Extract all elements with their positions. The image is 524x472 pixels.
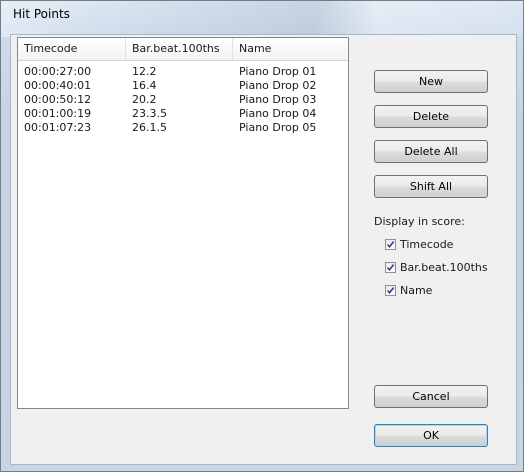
list-row[interactable]: 00:00:40:01 16.4 Piano Drop 02: [18, 79, 348, 93]
name-checkbox[interactable]: [385, 284, 396, 296]
ok-button[interactable]: OK: [374, 424, 488, 447]
cell-name: Piano Drop 03: [239, 93, 317, 106]
list-row[interactable]: 00:01:07:23 26.1.5 Piano Drop 05: [18, 121, 348, 135]
cell-timecode: 00:01:00:19: [24, 107, 92, 120]
name-checkbox-label: Name: [400, 283, 433, 297]
new-button[interactable]: New: [374, 70, 488, 93]
cell-bar-beat: 16.4: [132, 79, 157, 92]
cell-bar-beat: 12.2: [132, 65, 157, 78]
cell-timecode: 00:01:07:23: [24, 121, 92, 134]
cell-name: Piano Drop 01: [239, 65, 317, 78]
cell-name: Piano Drop 05: [239, 121, 317, 134]
cell-bar-beat: 20.2: [132, 93, 157, 106]
bar-beat-checkbox-label: Bar.beat.100ths: [400, 260, 488, 274]
column-header-timecode[interactable]: Timecode: [18, 38, 126, 60]
cancel-button[interactable]: Cancel: [374, 385, 488, 408]
list-row[interactable]: 00:01:00:19 23.3.5 Piano Drop 04: [18, 107, 348, 121]
list-row[interactable]: 00:00:27:00 12.2 Piano Drop 01: [18, 65, 348, 79]
timecode-checkbox[interactable]: [385, 238, 396, 250]
cell-timecode: 00:00:50:12: [24, 93, 92, 106]
shift-all-button[interactable]: Shift All: [374, 175, 488, 198]
titlebar-background: [1, 1, 523, 37]
dialog-window: Hit Points Timecode Bar.beat.100ths Name…: [0, 0, 524, 472]
list-header: Timecode Bar.beat.100ths Name: [18, 38, 348, 61]
window-title: Hit Points: [13, 7, 70, 21]
column-header-name[interactable]: Name: [233, 38, 348, 60]
cell-timecode: 00:00:40:01: [24, 79, 92, 92]
hit-points-list[interactable]: Timecode Bar.beat.100ths Name 00:00:27:0…: [17, 37, 349, 409]
cell-timecode: 00:00:27:00: [24, 65, 92, 78]
name-checkbox-row[interactable]: Name: [385, 282, 432, 298]
cell-name: Piano Drop 02: [239, 79, 317, 92]
timecode-checkbox-label: Timecode: [400, 237, 454, 251]
checkmark-icon: [386, 263, 395, 271]
cell-name: Piano Drop 04: [239, 107, 317, 120]
checkmark-icon: [386, 286, 395, 294]
bar-beat-checkbox[interactable]: [385, 261, 396, 273]
cell-bar-beat: 23.3.5: [132, 107, 167, 120]
list-row[interactable]: 00:00:50:12 20.2 Piano Drop 03: [18, 93, 348, 107]
delete-button[interactable]: Delete: [374, 105, 488, 128]
timecode-checkbox-row[interactable]: Timecode: [385, 236, 453, 252]
delete-all-button[interactable]: Delete All: [374, 140, 488, 163]
bar-beat-checkbox-row[interactable]: Bar.beat.100ths: [385, 259, 488, 275]
display-in-score-label: Display in score:: [374, 215, 465, 228]
cell-bar-beat: 26.1.5: [132, 121, 167, 134]
column-header-bar-beat[interactable]: Bar.beat.100ths: [126, 38, 233, 60]
checkmark-icon: [386, 240, 395, 248]
